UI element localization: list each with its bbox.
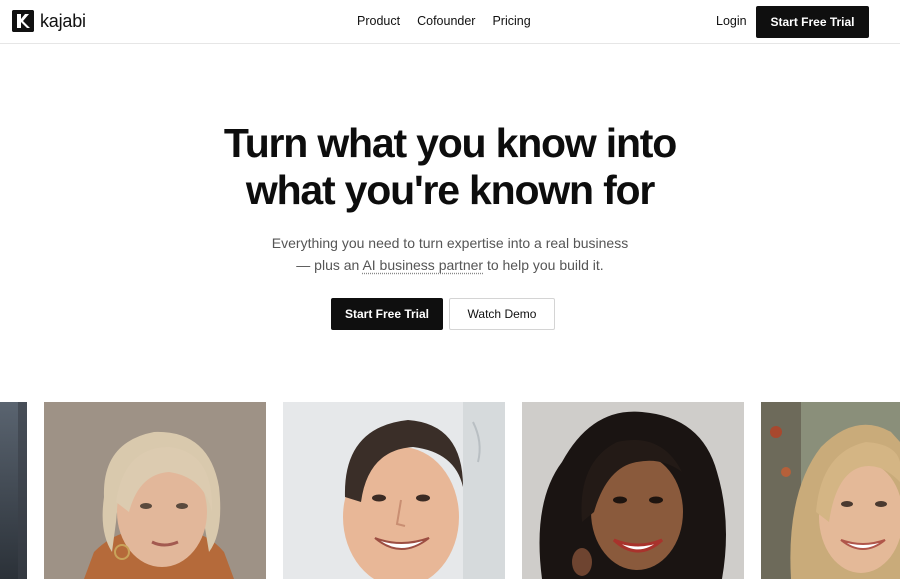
hero-heading-line-1: Turn what you know into <box>223 120 677 166</box>
watch-demo-button[interactable]: Watch Demo <box>449 298 555 330</box>
creator-photo-strip <box>0 402 900 579</box>
hero-heading-line-2: what you're known for <box>245 167 655 213</box>
subtitle-suffix: to help you build it. <box>483 257 604 273</box>
ai-business-partner-link[interactable]: AI business partner <box>362 257 483 273</box>
nav-start-free-trial-button[interactable]: Start Free Trial <box>756 6 869 38</box>
creator-photo-woman-silver-hair <box>44 402 266 579</box>
kajabi-logo-icon <box>12 10 34 32</box>
kajabi-logo-link[interactable]: kajabi <box>12 10 86 32</box>
hero-subtitle-line-1: Everything you need to turn expertise in… <box>271 235 629 251</box>
creator-photo-man-smiling <box>283 402 505 579</box>
primary-nav: Product Cofounder Pricing <box>357 14 531 28</box>
hero-subtitle: Everything you need to turn expertise in… <box>0 232 900 276</box>
hero-heading: Turn what you know into what you're know… <box>0 120 900 214</box>
nav-link-product[interactable]: Product <box>357 14 400 28</box>
partial-photo-left <box>0 402 27 579</box>
creator-photo-woman-curly-hair <box>522 402 744 579</box>
login-link[interactable]: Login <box>716 14 747 28</box>
hero-start-free-trial-button[interactable]: Start Free Trial <box>331 298 443 330</box>
subtitle-prefix: — plus an <box>296 257 363 273</box>
creator-photo-woman-blonde <box>761 402 900 579</box>
top-navigation: kajabi Product Cofounder Pricing Login S… <box>0 0 900 44</box>
hero-subtitle-line-2: — plus an AI business partner to help yo… <box>0 254 900 276</box>
brand-name: kajabi <box>40 10 86 31</box>
nav-link-cofounder[interactable]: Cofounder <box>417 14 475 28</box>
nav-link-pricing[interactable]: Pricing <box>492 14 530 28</box>
